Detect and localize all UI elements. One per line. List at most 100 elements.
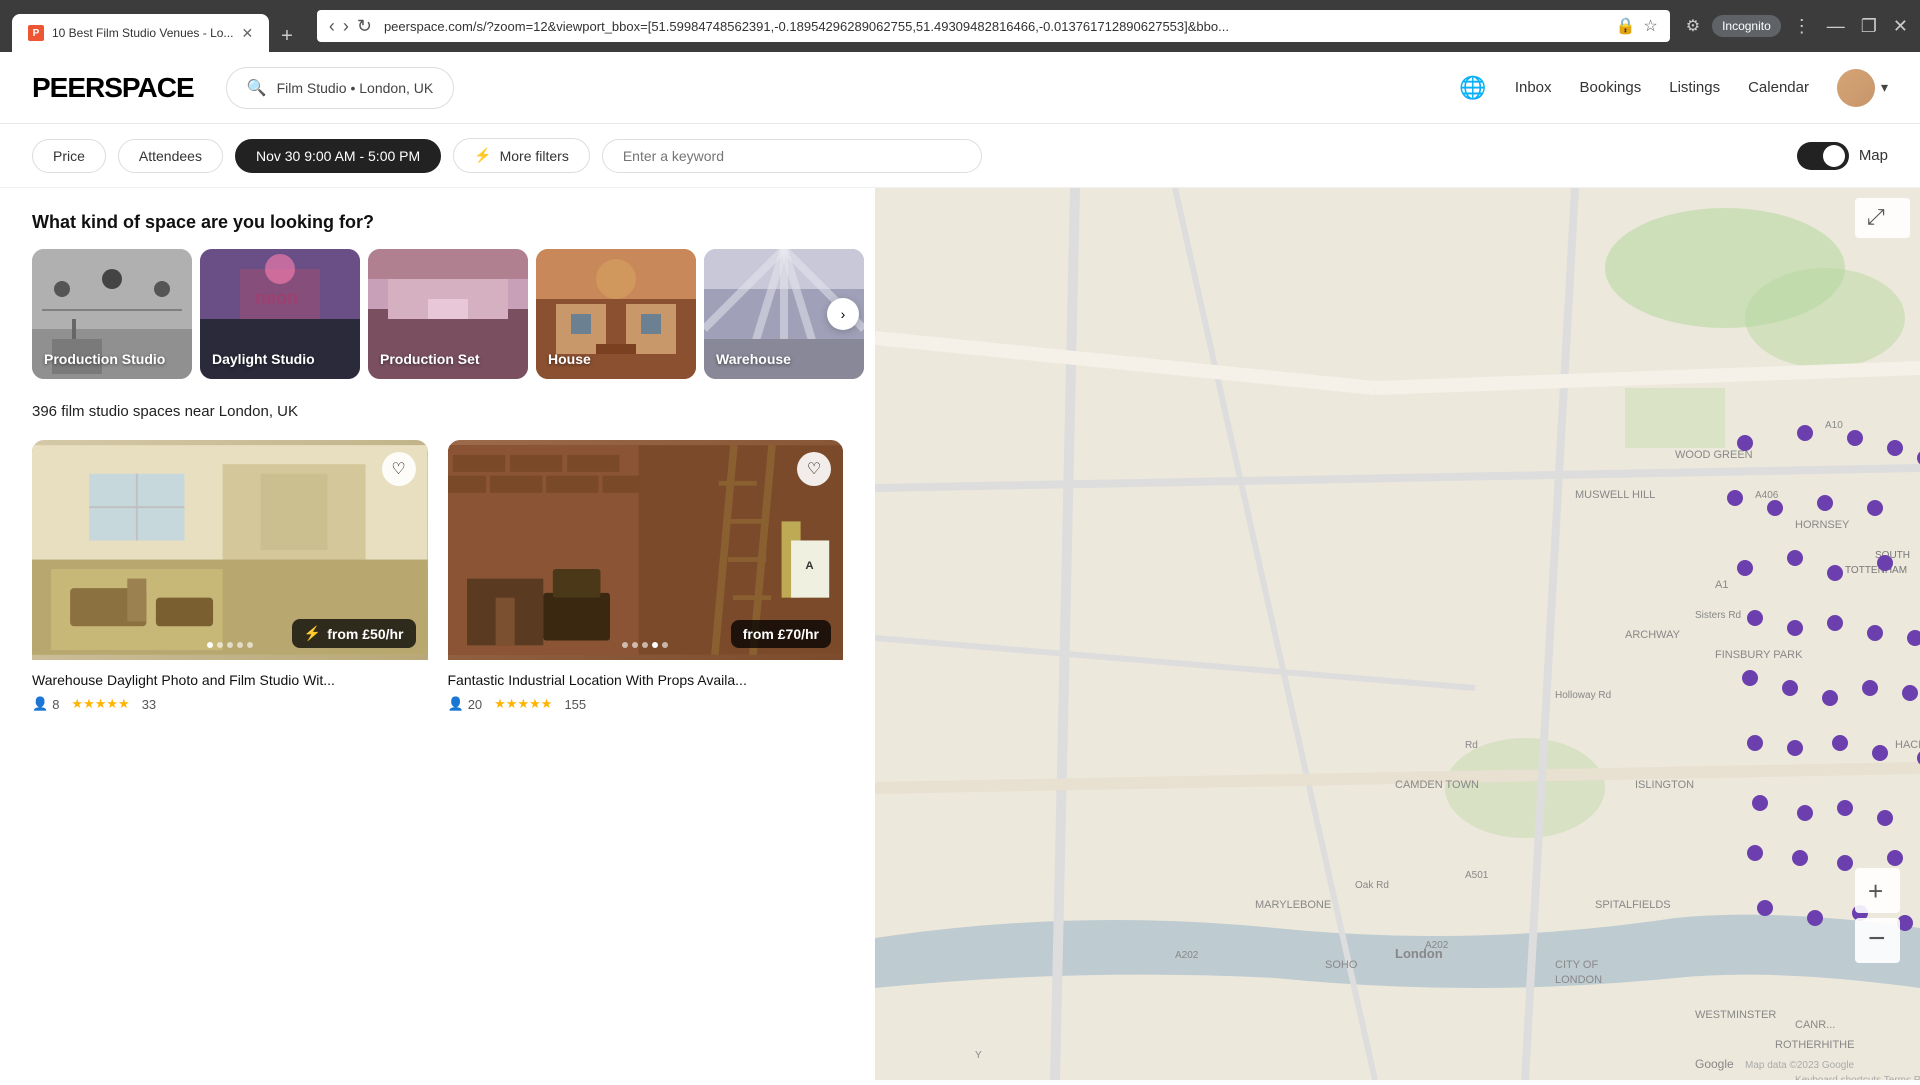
listing-meta: 👤 20 ★★★★★ 155 (448, 696, 844, 712)
inbox-link[interactable]: Inbox (1515, 79, 1552, 96)
space-card-label: Warehouse (716, 351, 791, 367)
attendees-count: 8 (52, 697, 59, 712)
listing-image: ♡ ⚡ from £50/hr (32, 440, 428, 660)
listing-title: Fantastic Industrial Location With Props… (448, 672, 844, 688)
listings-link[interactable]: Listings (1669, 79, 1720, 96)
space-card-house[interactable]: House (536, 249, 696, 379)
svg-text:ROTHERHITHE: ROTHERHITHE (1775, 1039, 1854, 1051)
svg-text:Keyboard shortcuts Terms Rep: Keyboard shortcuts Terms Report a map er… (1795, 1075, 1920, 1080)
svg-text:ARCHWAY: ARCHWAY (1625, 629, 1681, 641)
search-icon: 🔍 (247, 78, 267, 98)
user-menu[interactable]: ▾ (1837, 69, 1888, 107)
results-count: 396 film studio spaces near London, UK (32, 403, 843, 420)
attendees-filter-button[interactable]: Attendees (118, 139, 223, 173)
star-rating: ★★★★★ (494, 696, 552, 712)
active-tab[interactable]: P 10 Best Film Studio Venues - Lo... ✕ (12, 14, 269, 52)
keyword-input[interactable] (602, 139, 982, 173)
language-icon[interactable]: 🌐 (1459, 75, 1486, 101)
price-badge: from £70/hr (731, 620, 831, 648)
browser-nav: ‹ › ↻ (329, 16, 372, 37)
image-dots (622, 642, 668, 648)
map-toggle[interactable]: Map (1797, 142, 1888, 170)
svg-text:A10: A10 (1825, 420, 1843, 431)
space-type-cards: Production Studio neon Daylight Studio (32, 249, 843, 379)
bookings-link[interactable]: Bookings (1580, 79, 1642, 96)
tab-close-button[interactable]: ✕ (241, 25, 253, 42)
carousel-next-button[interactable]: › (827, 298, 859, 330)
dot (237, 642, 243, 648)
svg-text:A: A (805, 560, 813, 572)
toggle-knob (1823, 145, 1845, 167)
dot (632, 642, 638, 648)
calendar-link[interactable]: Calendar (1748, 79, 1809, 96)
section-title: What kind of space are you looking for? (32, 212, 843, 233)
person-icon: 👤 (448, 696, 464, 712)
svg-text:LONDON: LONDON (1555, 974, 1602, 986)
more-filters-label: More filters (500, 148, 569, 164)
attendees-info: 👤 20 (448, 696, 483, 712)
svg-text:A406: A406 (1755, 490, 1779, 501)
site-logo[interactable]: PEERSPACE (32, 72, 194, 104)
close-button[interactable]: ✕ (1893, 16, 1908, 37)
dot (227, 642, 233, 648)
extensions-icon[interactable]: ⚙ (1686, 16, 1700, 36)
review-count: 155 (564, 697, 586, 712)
map: WOOD GREEN A406 A10 MUSWELL HILL HORNSEY… (875, 188, 1920, 1080)
listings-grid: ♡ ⚡ from £50/hr Warehouse Da (32, 440, 843, 724)
search-bar[interactable]: 🔍 Film Studio • London, UK (226, 67, 455, 109)
svg-text:MARYLEBONE: MARYLEBONE (1255, 899, 1331, 911)
star-bookmark-icon[interactable]: ☆ (1643, 16, 1657, 36)
svg-text:CANR...: CANR... (1795, 1019, 1835, 1031)
filters-bar: Price Attendees Nov 30 9:00 AM - 5:00 PM… (0, 124, 1920, 188)
new-tab-button[interactable]: + (273, 21, 301, 52)
navbar: PEERSPACE 🔍 Film Studio • London, UK 🌐 I… (0, 52, 1920, 124)
space-card-label: Daylight Studio (212, 351, 315, 367)
tab-title: 10 Best Film Studio Venues - Lo... (52, 26, 233, 40)
svg-text:WOOD GREEN: WOOD GREEN (1675, 449, 1753, 461)
space-card-production-set[interactable]: Production Set (368, 249, 528, 379)
listing-image: A ♡ from £70/hr (448, 440, 844, 660)
kebab-menu-icon[interactable]: ⋮ (1793, 16, 1811, 37)
dot (217, 642, 223, 648)
review-count: 33 (142, 697, 156, 712)
dot (247, 642, 253, 648)
svg-text:Y: Y (975, 1050, 982, 1061)
listing-card[interactable]: ♡ ⚡ from £50/hr Warehouse Da (32, 440, 428, 724)
map-toggle-label: Map (1859, 147, 1888, 164)
svg-text:Sisters Rd: Sisters Rd (1695, 610, 1741, 621)
datetime-filter-button[interactable]: Nov 30 9:00 AM - 5:00 PM (235, 139, 441, 173)
favorite-button[interactable]: ♡ (797, 452, 831, 486)
dot (207, 642, 213, 648)
dot (652, 642, 658, 648)
heart-icon: ♡ (807, 459, 821, 479)
maximize-button[interactable]: ❐ (1861, 16, 1877, 37)
svg-text:A202: A202 (1175, 950, 1199, 961)
more-filters-button[interactable]: ⚡ More filters (453, 138, 590, 173)
back-button[interactable]: ‹ (329, 16, 335, 37)
refresh-button[interactable]: ↻ (357, 16, 372, 37)
incognito-badge: Incognito (1712, 15, 1781, 37)
space-card-label: House (548, 351, 591, 367)
forward-button[interactable]: › (343, 16, 349, 37)
space-card-label: Production Set (380, 351, 480, 367)
minimize-button[interactable]: — (1827, 16, 1845, 37)
svg-text:ISLINGTON: ISLINGTON (1635, 779, 1694, 791)
map-panel[interactable]: WOOD GREEN A406 A10 MUSWELL HILL HORNSEY… (875, 188, 1920, 1080)
listing-info: Warehouse Daylight Photo and Film Studio… (32, 660, 428, 724)
map-toggle-switch[interactable] (1797, 142, 1849, 170)
attendees-count: 20 (468, 697, 482, 712)
favorite-button[interactable]: ♡ (382, 452, 416, 486)
listing-card[interactable]: A ♡ from £70/hr (448, 440, 844, 724)
space-card-daylight-studio[interactable]: neon Daylight Studio (200, 249, 360, 379)
user-dropdown-icon[interactable]: ▾ (1881, 79, 1888, 96)
svg-text:HACKNEY: HACKNEY (1895, 739, 1920, 751)
image-dots (207, 642, 253, 648)
svg-text:FINSBURY PARK: FINSBURY PARK (1715, 649, 1803, 661)
address-bar[interactable]: peerspace.com/s/?zoom=12&viewport_bbox=[… (384, 19, 1604, 34)
star-rating: ★★★★★ (71, 696, 129, 712)
svg-text:TOTTENHAM: TOTTENHAM (1845, 565, 1907, 576)
price-filter-button[interactable]: Price (32, 139, 106, 173)
space-card-production-studio[interactable]: Production Studio (32, 249, 192, 379)
dot (662, 642, 668, 648)
listing-title: Warehouse Daylight Photo and Film Studio… (32, 672, 428, 688)
